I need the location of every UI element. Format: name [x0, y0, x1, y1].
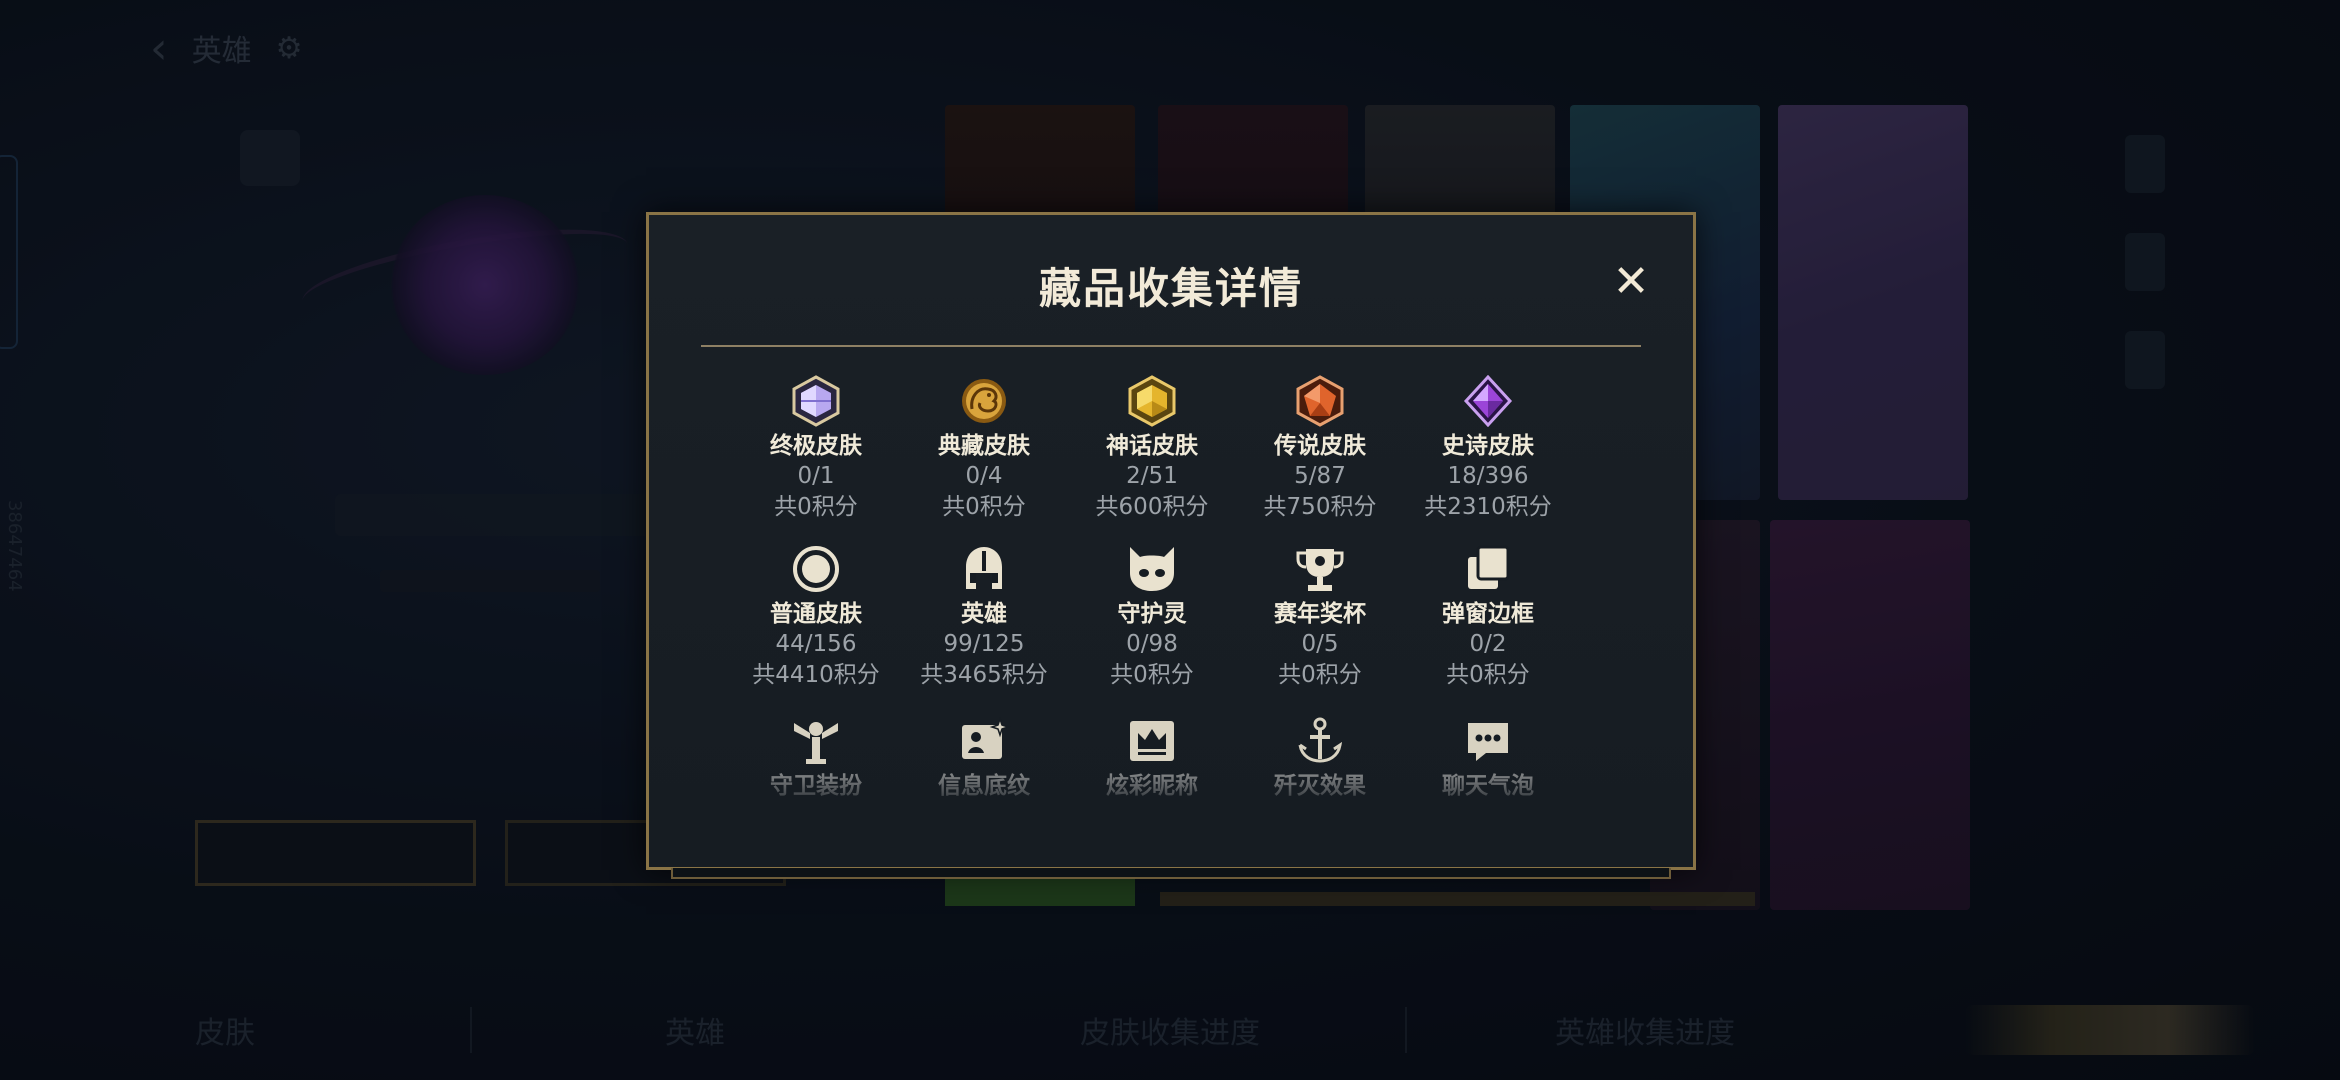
collection-details-modal: 藏品收集详情 ✕ 终极皮肤 0/1 共0积分 典藏皮肤 0/4 共0积分 神话皮…	[646, 212, 1696, 879]
item-count: 0/98	[1126, 631, 1178, 657]
item-count: 0/5	[1301, 631, 1339, 657]
popup-frame-icon	[1468, 545, 1510, 589]
item-count: 5/87	[1294, 463, 1346, 489]
item-label: 普通皮肤	[770, 601, 862, 627]
collection-item-mythic-skin[interactable]: 神话皮肤 2/51 共600积分	[1069, 375, 1235, 523]
collection-item-popup-frame[interactable]: 弹窗边框 0/2 共0积分	[1405, 543, 1571, 691]
item-points: 共3465积分	[920, 662, 1048, 688]
epic-skin-gem-icon	[1463, 375, 1513, 427]
item-points: 共2310积分	[1424, 494, 1552, 520]
collection-item-chat-bubble[interactable]: 聊天气泡	[1405, 715, 1571, 801]
ultimate-skin-gem-icon	[792, 375, 840, 427]
guardian-spirit-icon	[1130, 547, 1174, 591]
item-count: 0/4	[965, 463, 1003, 489]
mythic-skin-gem-icon	[1128, 375, 1176, 427]
collection-item-guardian-spirit[interactable]: 守护灵 0/98 共0积分	[1069, 543, 1235, 691]
item-points: 共0积分	[774, 494, 858, 520]
item-label: 弹窗边框	[1442, 601, 1534, 627]
item-label: 神话皮肤	[1106, 433, 1198, 459]
collection-item-colorful-nickname[interactable]: 炫彩昵称	[1069, 715, 1235, 801]
item-count: 99/125	[943, 631, 1025, 657]
normal-skin-ring-icon	[793, 546, 839, 592]
collection-item-info-card[interactable]: 信息底纹	[901, 715, 1067, 801]
item-label: 守护灵	[1117, 601, 1187, 627]
item-points: 共4410积分	[752, 662, 880, 688]
item-count: 0/2	[1469, 631, 1507, 657]
title-divider	[701, 345, 1641, 347]
item-count: 0/1	[797, 463, 835, 489]
item-count: 18/396	[1447, 463, 1529, 489]
collection-dragon-icon	[962, 379, 1006, 423]
close-button[interactable]: ✕	[1609, 260, 1653, 304]
collection-item-ward-skin[interactable]: 守卫装扮	[733, 715, 899, 801]
info-card-icon	[962, 716, 1011, 759]
item-count: 2/51	[1126, 463, 1178, 489]
modal-title: 藏品收集详情	[1038, 264, 1303, 313]
item-label: 传说皮肤	[1274, 433, 1366, 459]
collection-item-legendary-skin[interactable]: 传说皮肤 5/87 共750积分	[1237, 375, 1403, 523]
collection-item-normal-skin[interactable]: 普通皮肤 44/156 共4410积分	[733, 543, 899, 691]
item-label: 守卫装扮	[770, 773, 862, 799]
collection-grid: 终极皮肤 0/1 共0积分 典藏皮肤 0/4 共0积分 神话皮肤 2/51 共6…	[649, 375, 1693, 815]
collection-item-season-trophy[interactable]: 赛年奖杯 0/5 共0积分	[1237, 543, 1403, 691]
collection-item-epic-skin[interactable]: 史诗皮肤 18/396 共2310积分	[1405, 375, 1571, 523]
hero-helmet-icon	[966, 547, 1002, 589]
ward-skin-icon	[794, 722, 838, 764]
item-label: 赛年奖杯	[1274, 601, 1366, 627]
collection-item-annihilation-effect[interactable]: 歼灭效果	[1237, 715, 1403, 801]
item-points: 共0积分	[942, 494, 1026, 520]
item-label: 英雄	[961, 601, 1007, 627]
item-label: 信息底纹	[938, 773, 1030, 799]
chat-bubble-icon	[1468, 723, 1508, 761]
item-label: 史诗皮肤	[1442, 433, 1534, 459]
colorful-nickname-icon	[1130, 721, 1174, 761]
item-label: 终极皮肤	[770, 433, 862, 459]
annihilation-effect-icon	[1298, 717, 1343, 763]
collection-item-hero[interactable]: 英雄 99/125 共3465积分	[901, 543, 1067, 691]
item-label: 聊天气泡	[1442, 773, 1534, 799]
item-points: 共0积分	[1278, 662, 1362, 688]
item-count: 44/156	[775, 631, 857, 657]
collection-item-collector-skin[interactable]: 典藏皮肤 0/4 共0积分	[901, 375, 1067, 523]
collection-item-ultimate-skin[interactable]: 终极皮肤 0/1 共0积分	[733, 375, 899, 523]
item-label: 典藏皮肤	[938, 433, 1030, 459]
item-label: 歼灭效果	[1274, 773, 1366, 799]
item-points: 共600积分	[1095, 494, 1209, 520]
item-label: 炫彩昵称	[1106, 773, 1198, 799]
legendary-skin-gem-icon	[1296, 375, 1344, 427]
season-trophy-icon	[1296, 549, 1344, 591]
item-points: 共750积分	[1263, 494, 1377, 520]
item-points: 共0积分	[1446, 662, 1530, 688]
item-points: 共0积分	[1110, 662, 1194, 688]
